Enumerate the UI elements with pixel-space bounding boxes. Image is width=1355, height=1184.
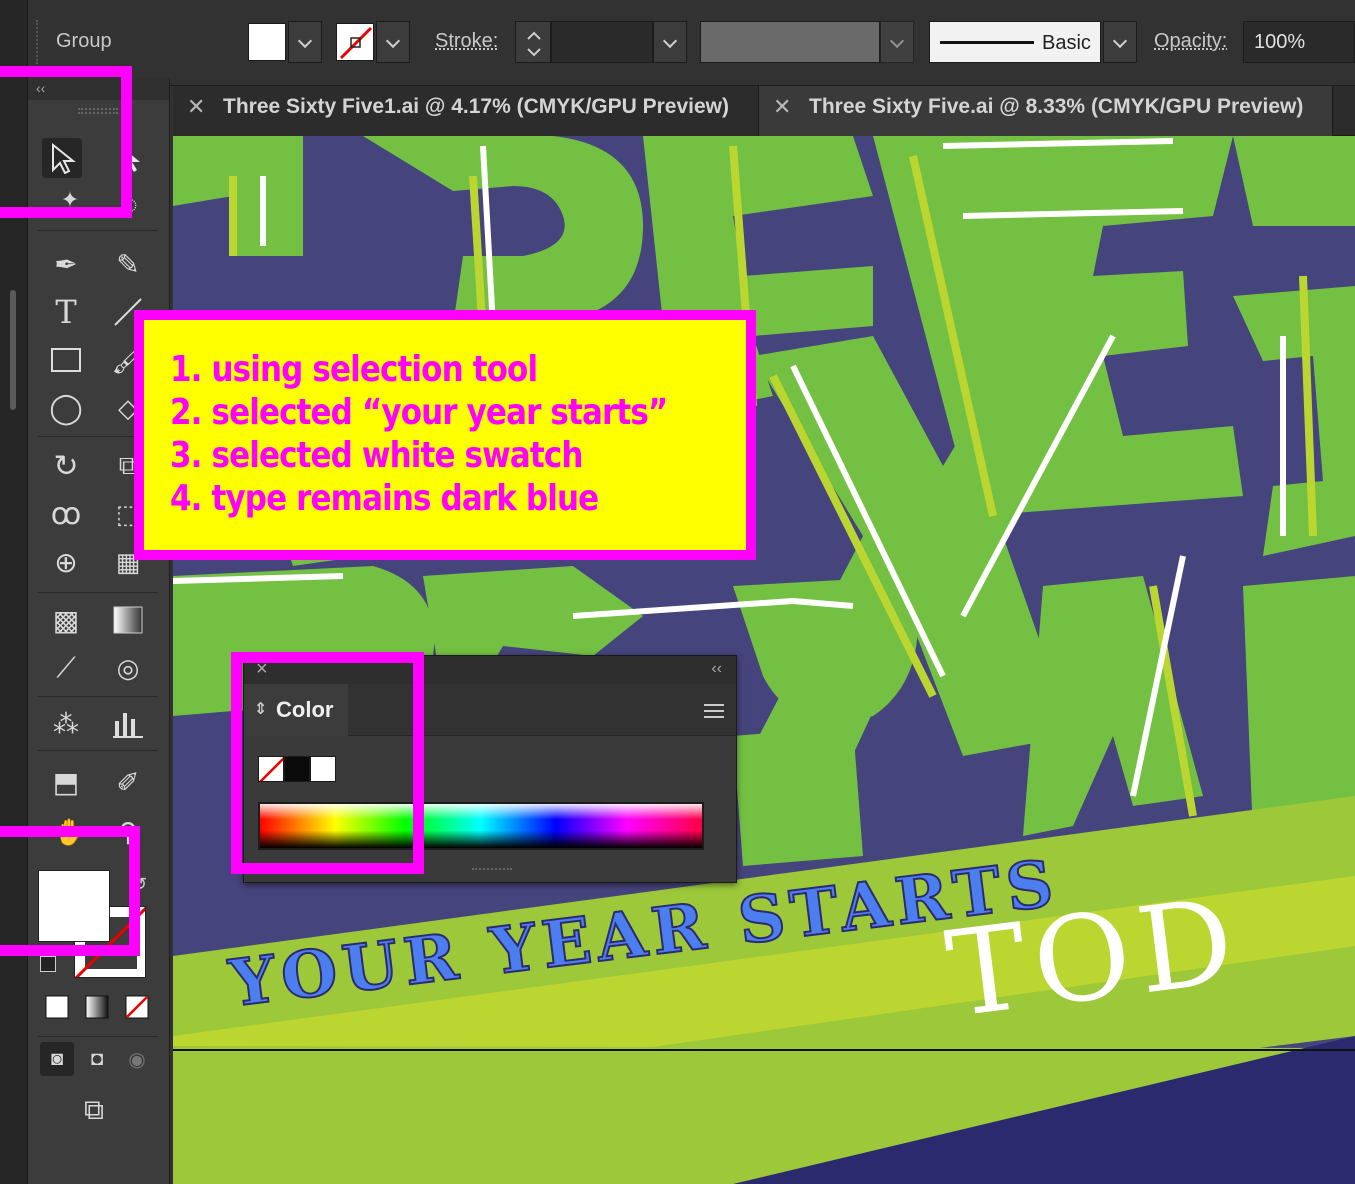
tab-label: Three Sixty Five1.ai @ 4.17% (CMYK/GPU P… — [223, 95, 729, 118]
draw-inside-icon[interactable]: ◉ — [120, 1042, 154, 1076]
fill-color-box[interactable] — [38, 870, 110, 942]
highlight-selection-tool — [0, 66, 132, 218]
brush-dropdown[interactable] — [1103, 21, 1137, 63]
grip-handle[interactable] — [36, 20, 38, 64]
column-graph-tool-icon[interactable] — [108, 704, 148, 744]
stroke-swatch[interactable] — [336, 23, 374, 61]
shape-builder-tool-icon[interactable]: ⊕ — [46, 542, 86, 582]
variable-width-dropdown[interactable] — [880, 21, 914, 63]
none-mode-icon[interactable] — [120, 990, 154, 1024]
blend-tool-icon[interactable]: ◎ — [108, 648, 148, 688]
collapse-panel-icon[interactable]: ‹‹ — [711, 660, 722, 678]
illustrator-window: Group Stroke: Basic Opacity: 100% ✕ Thre… — [0, 0, 1355, 1184]
default-colors-icon[interactable] — [40, 956, 56, 972]
gradient-tool-icon[interactable] — [108, 600, 148, 640]
tool-separator — [38, 592, 158, 593]
brush-label: Basic — [1042, 32, 1091, 54]
note-line-2: 2. selected “your year starts” — [170, 392, 668, 433]
note-line-4: 4. type remains dark blue — [170, 478, 599, 519]
stroke-dropdown[interactable] — [376, 21, 410, 63]
tool-separator — [38, 750, 158, 751]
color-mode-icon[interactable] — [40, 990, 74, 1024]
stroke-stepper[interactable] — [515, 21, 551, 63]
draw-normal-icon[interactable]: ◙ — [40, 1042, 74, 1076]
panel-menu-icon[interactable] — [704, 704, 724, 718]
slice-tool-icon[interactable]: ✐ — [108, 762, 148, 802]
close-tab-icon[interactable]: ✕ — [187, 86, 205, 128]
screen-mode-icon[interactable]: ⧉ — [74, 1090, 114, 1130]
note-line-3: 3. selected white swatch — [170, 435, 583, 476]
stroke-weight-dropdown[interactable] — [653, 21, 687, 63]
opacity-label[interactable]: Opacity: — [1154, 30, 1227, 53]
tools-panel: ‹‹ ✦ ◌ ✒ ✎ T 🖌 ◯ ◇ ↻ ⧉ ꝏ ⬚ ⊕ ▦ ▩ ⟋ ◎ ⁂ ⬒… — [28, 78, 170, 1184]
rectangle-tool-icon[interactable] — [46, 340, 86, 380]
symbol-sprayer-tool-icon[interactable]: ⁂ — [46, 704, 86, 744]
document-tabs: ✕ Three Sixty Five1.ai @ 4.17% (CMYK/GPU… — [173, 86, 1355, 136]
close-tab-icon[interactable]: ✕ — [773, 86, 791, 128]
annotation-note: 1. using selection tool 2. selected “you… — [134, 310, 756, 560]
tab-three-sixty-five[interactable]: ✕ Three Sixty Five.ai @ 8.33% (CMYK/GPU … — [759, 86, 1333, 136]
fill-swatch[interactable] — [248, 23, 286, 61]
fill-dropdown[interactable] — [288, 21, 322, 63]
selection-type-label: Group — [56, 30, 112, 52]
variable-width-profile[interactable] — [700, 21, 880, 63]
brush-line-preview — [940, 41, 1034, 44]
eyedropper-tool-icon[interactable]: ⟋ — [46, 648, 86, 688]
warp-tool-icon[interactable]: ꝏ — [46, 494, 86, 534]
tool-separator — [38, 1036, 158, 1037]
stepper-arrows-icon — [527, 31, 541, 57]
draw-behind-icon[interactable]: ◘ — [80, 1042, 114, 1076]
control-bar: Group Stroke: Basic Opacity: 100% — [28, 0, 1355, 86]
none-stroke-icon — [339, 26, 373, 60]
stroke-label[interactable]: Stroke: — [435, 30, 498, 53]
type-tool-icon[interactable]: T — [46, 292, 86, 332]
tool-separator — [38, 696, 158, 697]
rotate-tool-icon[interactable]: ↻ — [46, 446, 86, 486]
tab-label: Three Sixty Five.ai @ 8.33% (CMYK/GPU Pr… — [809, 95, 1304, 118]
stroke-weight-input[interactable] — [551, 21, 653, 63]
shaper-tool-icon[interactable]: ◯ — [46, 388, 86, 428]
artboard-tool-icon[interactable]: ⬒ — [46, 762, 86, 802]
opacity-input[interactable]: 100% — [1243, 21, 1355, 63]
note-line-1: 1. using selection tool — [170, 349, 538, 390]
gradient-mode-icon[interactable] — [80, 990, 114, 1024]
pen-tool-icon[interactable]: ✒ — [46, 244, 86, 284]
tab-three-sixty-five1[interactable]: ✕ Three Sixty Five1.ai @ 4.17% (CMYK/GPU… — [173, 86, 759, 136]
highlight-color-swatches — [231, 652, 424, 874]
mesh-tool-icon[interactable]: ▩ — [46, 600, 86, 640]
brush-definition[interactable]: Basic — [929, 21, 1101, 63]
tool-separator — [38, 230, 158, 231]
curvature-tool-icon[interactable]: ✎ — [108, 244, 148, 284]
dock-scrollbar[interactable] — [10, 290, 16, 410]
opacity-value: 100% — [1254, 31, 1306, 53]
panel-resize-grip[interactable] — [472, 868, 512, 874]
